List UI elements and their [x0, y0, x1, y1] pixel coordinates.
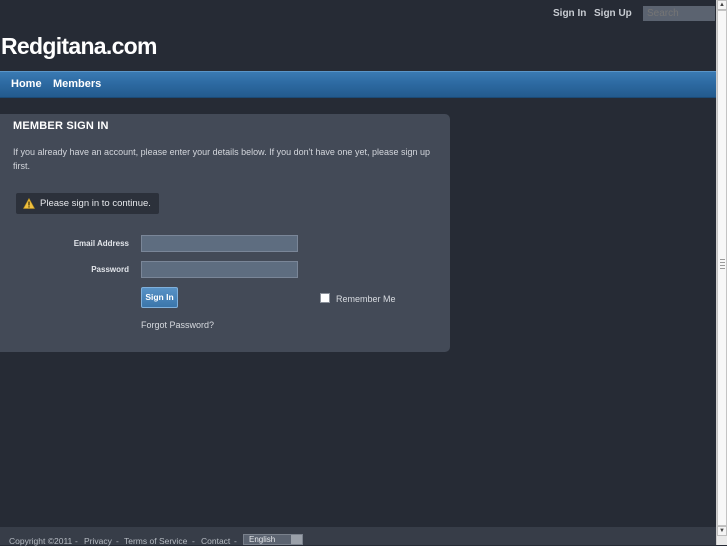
language-select[interactable]: English: [243, 534, 303, 545]
password-label: Password: [91, 265, 129, 274]
nav-item-members[interactable]: Members: [53, 78, 101, 90]
chevron-down-icon: [291, 535, 302, 544]
page-scrollbar[interactable]: ▲ ▼: [716, 0, 727, 545]
panel-intro-text: If you already have an account, please e…: [13, 147, 430, 171]
scroll-up-arrow-icon[interactable]: ▲: [717, 0, 727, 10]
remember-me-checkbox[interactable]: [320, 293, 330, 303]
footer: Copyright ©2011 - Privacy - Terms of Ser…: [0, 527, 716, 546]
scrollbar-thumb[interactable]: [717, 10, 727, 526]
email-field[interactable]: [141, 235, 298, 252]
sign-in-panel: MEMBER SIGN IN If you already have an ac…: [0, 114, 450, 352]
notice-text: Please sign in to continue.: [40, 198, 151, 209]
search-input[interactable]: [643, 6, 715, 21]
forgot-password-link[interactable]: Forgot Password?: [141, 320, 214, 330]
site-title[interactable]: Redgitana.com: [1, 33, 157, 60]
scroll-down-arrow-icon[interactable]: ▼: [717, 526, 727, 536]
remember-me-label: Remember Me: [336, 294, 396, 304]
password-field[interactable]: [141, 261, 298, 278]
sign-in-notice: Please sign in to continue.: [16, 193, 159, 214]
scroll-grip-icon: [720, 259, 725, 271]
header-sign-up-link[interactable]: Sign Up: [594, 8, 632, 19]
nav-item-home[interactable]: Home: [11, 78, 42, 90]
main-nav: Home Members: [0, 71, 716, 98]
panel-heading: MEMBER SIGN IN: [13, 120, 109, 132]
warning-icon: [23, 198, 35, 209]
sign-in-button[interactable]: Sign In: [141, 287, 178, 308]
language-select-value: English: [249, 535, 276, 544]
remember-me-option[interactable]: Remember Me: [320, 293, 396, 304]
header-sign-in-link[interactable]: Sign In: [553, 8, 586, 19]
email-label: Email Address: [73, 239, 129, 248]
